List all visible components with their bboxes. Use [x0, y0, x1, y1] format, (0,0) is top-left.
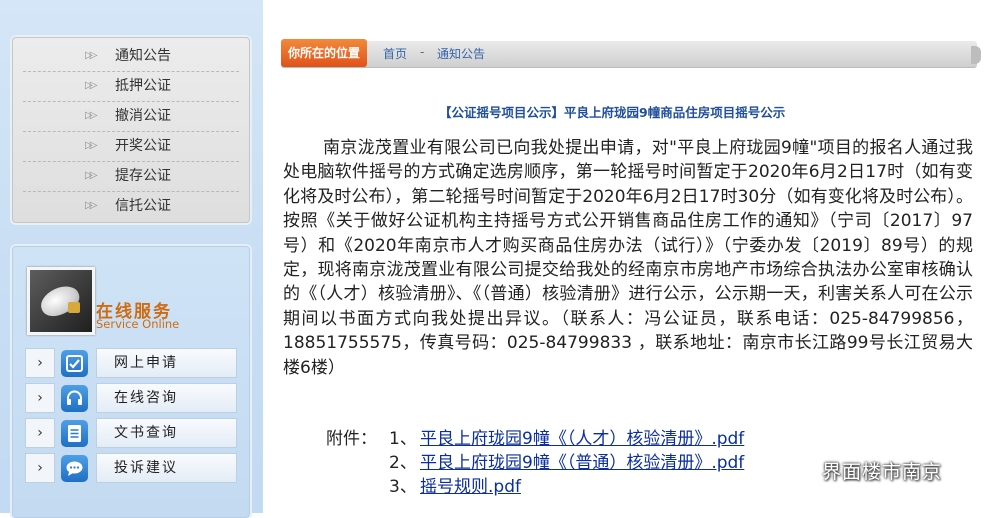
breadcrumb-current[interactable]: 通知公告 — [437, 45, 485, 62]
service-button-label[interactable]: 投诉建议 — [96, 453, 237, 483]
notice-body: 南京泷茂置业有限公司已向我处提出申请，对"平良上府珑园9幢"项目的报名人通过我处… — [283, 138, 973, 378]
attachment-link-talent[interactable]: 平良上府珑园9幢《（人才）核验清册》.pdf — [420, 424, 744, 449]
mouse-image — [36, 280, 84, 322]
menu-item-lottery[interactable]: ▷▷ 开奖公证 — [13, 131, 249, 161]
breadcrumb-home-link[interactable]: 首页 — [383, 45, 407, 62]
attachment-link-rules[interactable]: 摇号规则.pdf — [420, 472, 521, 497]
service-subtitle: Service Online — [96, 317, 180, 331]
breadcrumb-separator: - — [420, 45, 425, 59]
headset-icon[interactable] — [61, 385, 88, 412]
wechat-icon — [792, 458, 818, 482]
menu-item-trust[interactable]: ▷▷ 信托公证 — [13, 191, 249, 221]
chevron-right-icon[interactable]: › — [25, 453, 55, 483]
service-item-apply[interactable]: › 网上申请 — [25, 348, 237, 378]
chevron-right-icon[interactable]: › — [25, 383, 55, 413]
padlock-image — [68, 302, 80, 313]
service-button-label[interactable]: 文书查询 — [96, 418, 237, 448]
menu-item-escrow[interactable]: ▷▷ 提存公证 — [13, 161, 249, 191]
menu-item-label: 信托公证 — [115, 198, 171, 214]
service-button-label[interactable]: 网上申请 — [96, 348, 237, 378]
online-service-panel: 在线服务 Service Online › 网上申请 › 在线咨询 › 文书查询… — [12, 246, 250, 518]
menu-item-notices[interactable]: ▷▷ 通知公告 — [13, 41, 249, 71]
double-arrow-icon: ▷▷ — [85, 50, 97, 61]
category-menu: ▷▷ 通知公告 ▷▷ 抵押公证 ▷▷ 撤消公证 ▷▷ 开奖公证 ▷▷ 提存公证 … — [12, 37, 250, 223]
chevron-right-icon[interactable]: › — [25, 418, 55, 448]
left-sidebar: ▷▷ 通知公告 ▷▷ 抵押公证 ▷▷ 撤消公证 ▷▷ 开奖公证 ▷▷ 提存公证 … — [0, 0, 263, 518]
menu-item-revocation[interactable]: ▷▷ 撤消公证 — [13, 101, 249, 131]
attachment-number: 1、 — [389, 429, 417, 449]
double-arrow-icon: ▷▷ — [85, 200, 97, 211]
menu-item-label: 提存公证 — [115, 168, 171, 184]
chevron-right-icon[interactable]: › — [25, 348, 55, 378]
service-item-consult[interactable]: › 在线咨询 — [25, 383, 237, 413]
service-item-complaint[interactable]: › 投诉建议 — [25, 453, 237, 483]
attachment-link-regular[interactable]: 平良上府珑园9幢《（普通）核验清册》.pdf — [420, 448, 744, 473]
chat-bubble-icon[interactable] — [61, 455, 88, 482]
service-photo — [27, 267, 95, 335]
watermark: 界面楼市南京 — [792, 456, 982, 486]
notice-title: 【公证摇号项目公示】平良上府珑园9幢商品住房项目摇号公示 — [439, 105, 786, 120]
attachments-label: 附件： — [326, 429, 377, 449]
attachment-number: 3、 — [389, 477, 417, 497]
menu-item-label: 通知公告 — [115, 48, 171, 64]
attachment-number: 2、 — [389, 453, 417, 473]
location-tag: 你所在的位置 — [281, 39, 367, 67]
form-check-icon[interactable] — [61, 350, 88, 377]
watermark-text: 界面楼市南京 — [822, 461, 943, 483]
menu-item-mortgage[interactable]: ▷▷ 抵押公证 — [13, 71, 249, 101]
document-list-icon[interactable] — [61, 420, 88, 447]
service-item-document-query[interactable]: › 文书查询 — [25, 418, 237, 448]
menu-item-label: 撤消公证 — [115, 108, 171, 124]
menu-item-label: 开奖公证 — [115, 138, 171, 154]
double-arrow-icon: ▷▷ — [85, 80, 97, 91]
double-arrow-icon: ▷▷ — [85, 170, 97, 181]
double-arrow-icon: ▷▷ — [85, 110, 97, 121]
double-arrow-icon: ▷▷ — [85, 140, 97, 151]
service-button-label[interactable]: 在线咨询 — [96, 383, 237, 413]
menu-item-label: 抵押公证 — [115, 78, 171, 94]
